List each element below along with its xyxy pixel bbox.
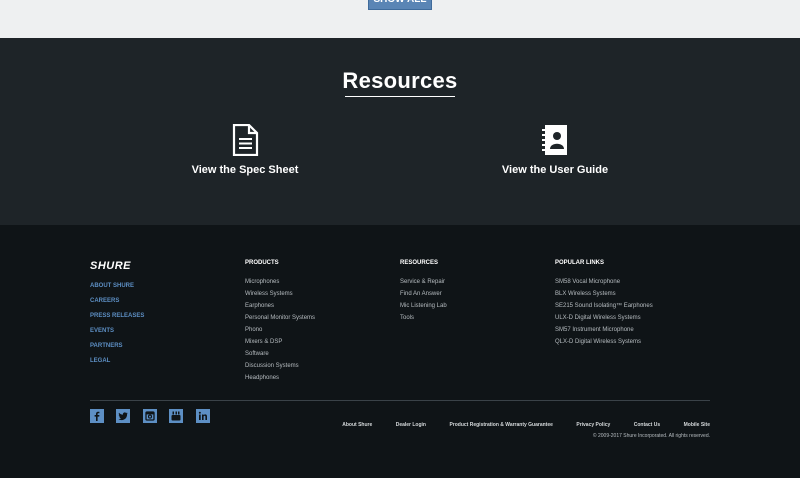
mobile-site-link[interactable]: Mobile Site: [684, 422, 710, 428]
site-footer: SHURE ABOUT SHURE CAREERS PRESS RELEASES…: [0, 225, 800, 478]
products-link[interactable]: Phono: [245, 327, 315, 339]
products-link[interactable]: Software: [245, 351, 315, 363]
resources-title: Resources: [342, 68, 458, 93]
partners-link[interactable]: PARTNERS: [90, 343, 144, 358]
careers-link[interactable]: CAREERS: [90, 298, 144, 313]
popular-link[interactable]: SE215 Sound Isolating™ Earphones: [555, 303, 653, 315]
popular-link[interactable]: QLX-D Digital Wireless Systems: [555, 339, 653, 351]
products-link[interactable]: Microphones: [245, 279, 315, 291]
resources-link[interactable]: Mic Listening Lab: [400, 303, 447, 315]
products-heading: PRODUCTS: [245, 260, 279, 266]
press-releases-link[interactable]: PRESS RELEASES: [90, 313, 144, 328]
popular-link[interactable]: BLX Wireless Systems: [555, 291, 653, 303]
resources-section: Resources View the Spec Sheet View the U…: [0, 38, 800, 225]
top-strip: SHOW ALL: [0, 0, 800, 38]
products-link[interactable]: Wireless Systems: [245, 291, 315, 303]
view-user-guide-link[interactable]: View the User Guide: [485, 124, 625, 176]
footer-bottom-links: About Shure Dealer Login Product Registr…: [323, 413, 710, 431]
show-all-button[interactable]: SHOW ALL: [368, 0, 432, 10]
user-guide-icon: [542, 125, 567, 155]
linkedin-icon[interactable]: [195, 409, 210, 423]
instagram-icon[interactable]: [142, 409, 157, 423]
about-shure-bottom-link[interactable]: About Shure: [342, 422, 372, 428]
youtube-icon[interactable]: [169, 409, 184, 423]
popular-link[interactable]: ULX-D Digital Wireless Systems: [555, 315, 653, 327]
privacy-policy-link[interactable]: Privacy Policy: [576, 422, 610, 428]
about-links: ABOUT SHURE CAREERS PRESS RELEASES EVENT…: [90, 283, 144, 373]
products-column: PRODUCTS Microphones Wireless Systems Ea…: [245, 260, 315, 387]
resources-title-underline: [345, 96, 455, 97]
legal-link[interactable]: LEGAL: [90, 358, 144, 373]
resources-column: RESOURCES Service & Repair Find An Answe…: [400, 260, 447, 327]
document-icon: [232, 124, 259, 156]
products-link[interactable]: Earphones: [245, 303, 315, 315]
popular-links-heading: POPULAR LINKS: [555, 260, 605, 266]
view-spec-sheet-link[interactable]: View the Spec Sheet: [175, 124, 315, 176]
facebook-icon[interactable]: [90, 409, 104, 423]
view-user-guide-label: View the User Guide: [501, 164, 609, 176]
products-link[interactable]: Headphones: [245, 375, 315, 387]
resources-link[interactable]: Tools: [400, 315, 447, 327]
popular-link[interactable]: SM58 Vocal Microphone: [555, 279, 653, 291]
products-link[interactable]: Personal Monitor Systems: [245, 315, 315, 327]
view-spec-sheet-label: View the Spec Sheet: [191, 164, 299, 176]
resources-heading: RESOURCES: [400, 260, 439, 266]
twitter-icon[interactable]: [116, 409, 131, 423]
contact-us-link[interactable]: Contact Us: [634, 422, 660, 428]
footer-divider: [90, 400, 710, 401]
popular-link[interactable]: SM57 Instrument Microphone: [555, 327, 653, 339]
events-link[interactable]: EVENTS: [90, 328, 144, 343]
products-link[interactable]: Mixers & DSP: [245, 339, 315, 351]
popular-links-column: POPULAR LINKS SM58 Vocal Microphone BLX …: [555, 260, 653, 351]
about-shure-link[interactable]: ABOUT SHURE: [90, 283, 144, 298]
social-links: [90, 409, 218, 427]
resources-link[interactable]: Find An Answer: [400, 291, 447, 303]
copyright-text: © 2009-2017 Shure Incorporated. All righ…: [592, 433, 710, 439]
dealer-login-link[interactable]: Dealer Login: [396, 422, 426, 428]
product-registration-link[interactable]: Product Registration & Warranty Guarante…: [449, 422, 552, 428]
shure-logo[interactable]: SHURE: [90, 260, 131, 272]
products-link[interactable]: Discussion Systems: [245, 363, 315, 375]
resources-link[interactable]: Service & Repair: [400, 279, 447, 291]
